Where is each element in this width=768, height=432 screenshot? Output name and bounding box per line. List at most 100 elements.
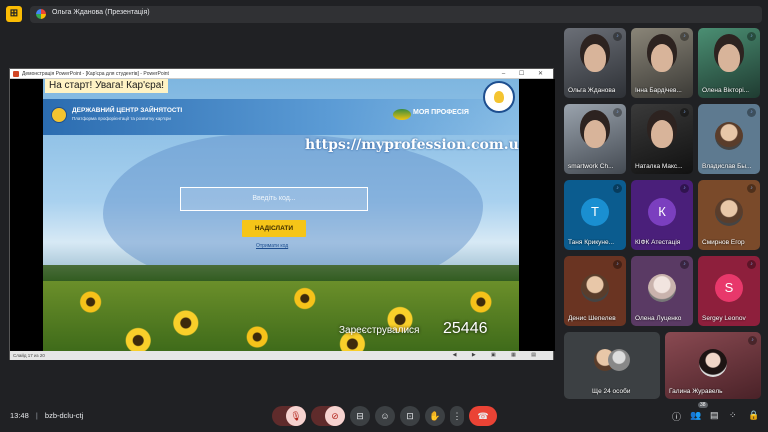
- brand-name: МОЯ ПРОФЕСІЯ: [413, 109, 469, 116]
- avatar: К: [648, 198, 676, 226]
- captions-button[interactable]: ⊟: [350, 406, 370, 426]
- brand-logo-icon: [393, 109, 411, 120]
- mic-off-icon: ♪: [748, 336, 757, 345]
- separator: |: [35, 411, 38, 420]
- participant-name: Денис Шепелев: [568, 315, 616, 322]
- participant-name: Галина Журавель: [669, 388, 723, 395]
- participant-name: Смирнов Егор: [702, 239, 745, 246]
- participant-count-badge: 38: [698, 402, 708, 408]
- participant-video: [651, 44, 673, 72]
- meeting-clock: 13:48 | bzb-dclu-ctj: [10, 411, 83, 420]
- participant-name: Інна Бардічев...: [635, 87, 682, 94]
- mic-off-icon: ♪: [613, 260, 622, 269]
- avatar: [715, 198, 743, 226]
- activities-icon[interactable]: ⁘: [729, 410, 737, 421]
- mic-off-icon: ♪: [680, 184, 689, 193]
- participant-tile[interactable]: ♪ Галина Журавель: [665, 332, 761, 399]
- presentation-chip[interactable]: Ольга Жданова (Презентація): [30, 6, 762, 23]
- participant-video: [651, 120, 673, 148]
- avatar: [715, 122, 743, 150]
- participant-tile[interactable]: ♪ smartwork Ch...: [564, 104, 626, 174]
- presenting-icon: [36, 9, 46, 19]
- mic-off-icon: ♪: [680, 260, 689, 269]
- present-button[interactable]: ⊡: [400, 406, 420, 426]
- mic-off-icon: ♪: [747, 32, 756, 41]
- captions-icon: ⊟: [356, 411, 364, 421]
- code-input: Введіть код...: [180, 187, 368, 211]
- agency-logo-icon: [51, 107, 67, 123]
- mic-off-icon: ♪: [680, 32, 689, 41]
- slide-tag: На старт! Увага! Кар'єра!: [45, 79, 169, 93]
- slide-area: На старт! Увага! Кар'єра! ДЕРЖАВНИЙ ЦЕНТ…: [10, 79, 555, 351]
- window-controls: – ☐ ✕: [501, 71, 549, 77]
- participant-name: Sergey Leonov: [702, 315, 746, 322]
- present-icon: ⊡: [406, 411, 414, 421]
- participant-video: [718, 44, 740, 72]
- mic-off-icon: ♪: [747, 184, 756, 193]
- participant-tile[interactable]: ♪ Олена Вікторі...: [698, 28, 760, 98]
- avatar: [581, 274, 609, 302]
- avatar: [608, 348, 630, 371]
- participant-tile[interactable]: ♪ Інна Бардічев...: [631, 28, 693, 98]
- mic-on-icon: ♪: [613, 32, 622, 41]
- time-label: 13:48: [10, 411, 29, 420]
- participant-tile[interactable]: К ♪ КІФК Атестація: [631, 180, 693, 250]
- host-controls-icon[interactable]: 🔒: [748, 410, 759, 421]
- mic-off-icon: ♪: [747, 108, 756, 117]
- top-bar: ⊞ Ольга Жданова (Презентація): [0, 0, 768, 28]
- participant-name: smartwork Ch...: [568, 163, 614, 170]
- hangup-icon: ☎: [477, 411, 489, 421]
- mic-off-icon: 🎙: [286, 406, 306, 426]
- mic-off-icon: ♪: [613, 108, 622, 117]
- leave-call-button[interactable]: ☎: [469, 406, 497, 426]
- raise-hand-button[interactable]: ✋: [425, 406, 445, 426]
- more-icon: ⋮: [452, 411, 462, 421]
- info-icon[interactable]: ⓘ: [672, 410, 681, 423]
- send-button: НАДІСЛАТИ: [242, 220, 306, 237]
- emoji-icon: ☺: [380, 411, 390, 421]
- mic-button[interactable]: ^ 🎙: [272, 406, 306, 426]
- app-menu-icon[interactable]: ⊞: [6, 6, 22, 22]
- reactions-button[interactable]: ☺: [375, 406, 395, 426]
- mic-off-icon: ♪: [680, 108, 689, 117]
- get-code-link: Отримати код: [256, 243, 289, 249]
- participant-tile[interactable]: ♪ Денис Шепелев: [564, 256, 626, 326]
- participant-name: Олена Луценко: [635, 315, 682, 322]
- participant-tile[interactable]: Т ♪ Таня Крикуне...: [564, 180, 626, 250]
- registered-label: Зареєструвалися: [339, 325, 420, 336]
- slide-nav-icons[interactable]: ◀ ▶ ▣ ▦ ▤: [453, 351, 543, 360]
- registered-count: 25446: [443, 320, 488, 337]
- shared-screen[interactable]: Демонстрація PowerPoint - [Кар'єра для с…: [9, 68, 555, 360]
- camera-off-icon: ⊘: [325, 406, 345, 426]
- mic-off-icon: ♪: [613, 184, 622, 193]
- participant-name: Ольга Жданова: [568, 87, 616, 94]
- participant-tile[interactable]: S ♪ Sergey Leonov: [698, 256, 760, 326]
- chat-icon[interactable]: ▤: [710, 410, 719, 421]
- participant-name: Олена Вікторі...: [702, 87, 750, 94]
- more-options-button[interactable]: ⋮: [450, 406, 464, 426]
- ppt-window-title-bar: Демонстрація PowerPoint - [Кар'єра для с…: [10, 69, 553, 79]
- hand-icon: ✋: [429, 411, 441, 421]
- participant-tile[interactable]: ♪ Смирнов Егор: [698, 180, 760, 250]
- avatar: [648, 274, 676, 302]
- participant-name: КІФК Атестація: [635, 239, 681, 246]
- participant-name: Наталка Макс...: [635, 163, 683, 170]
- participant-tile[interactable]: ♪ Владислав Бы...: [698, 104, 760, 174]
- bottom-bar: 13:48 | bzb-dclu-ctj ^ 🎙 ^ ⊘ ⊟ ☺ ⊡ ✋ ⋮ ☎…: [0, 400, 768, 432]
- more-participants-tile[interactable]: Ще 24 особи: [564, 332, 660, 399]
- people-icon[interactable]: 👥: [690, 410, 701, 421]
- ppt-status-bar: Слайд 17 из 20 ◀ ▶ ▣ ▦ ▤: [10, 351, 553, 360]
- avatar: Т: [581, 198, 609, 226]
- more-participants-label: Ще 24 особи: [592, 388, 631, 395]
- participant-tile[interactable]: ♪ Ольга Жданова: [564, 28, 626, 98]
- mic-off-icon: ♪: [747, 260, 756, 269]
- meeting-code: bzb-dclu-ctj: [44, 411, 84, 420]
- ppt-window-title: Демонстрація PowerPoint - [Кар'єра для с…: [22, 71, 169, 77]
- participant-tile[interactable]: ♪ Олена Луценко: [631, 256, 693, 326]
- participant-name: Таня Крикуне...: [568, 239, 615, 246]
- camera-button[interactable]: ^ ⊘: [311, 406, 345, 426]
- avatar: S: [715, 274, 743, 302]
- sunflower-field: [43, 281, 519, 351]
- seal-logo: [483, 81, 515, 113]
- participant-tile[interactable]: ♪ Наталка Макс...: [631, 104, 693, 174]
